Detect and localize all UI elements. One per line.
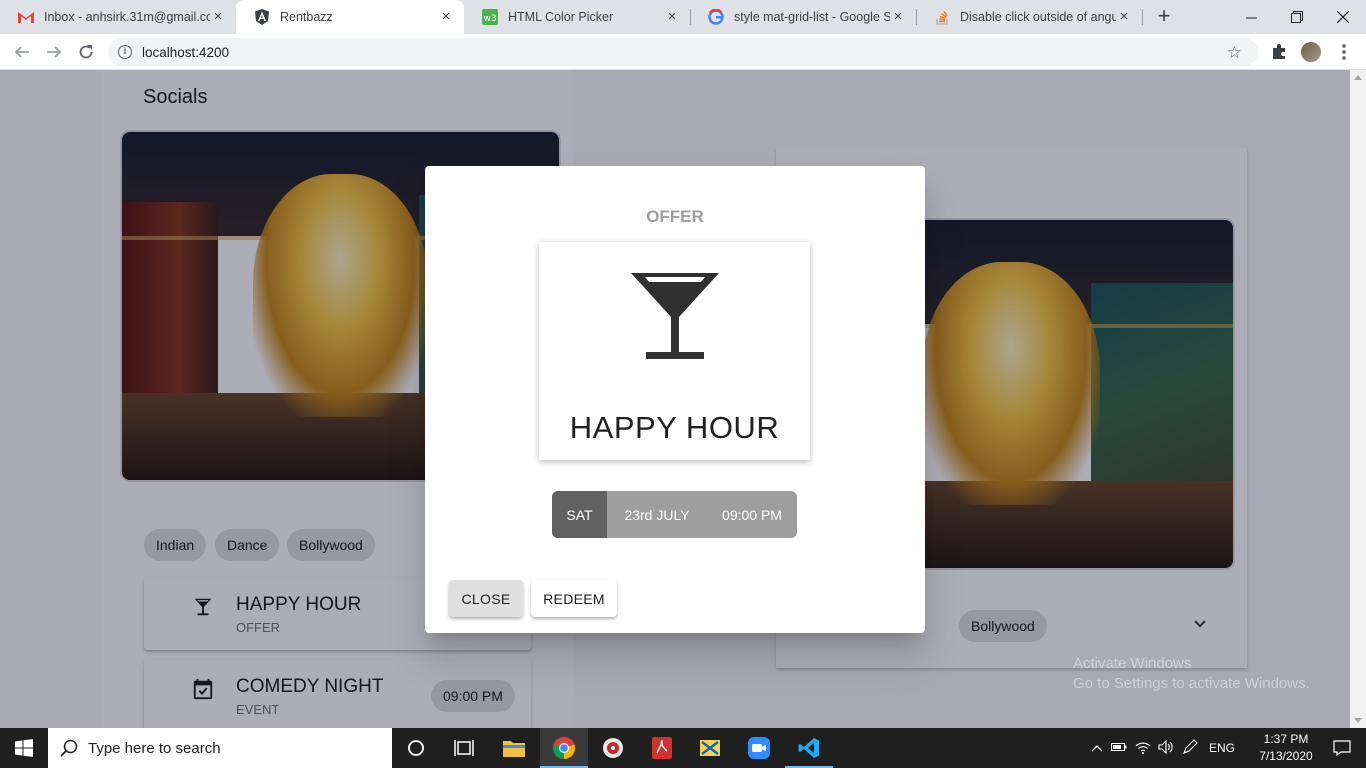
more-menu-icon[interactable] [1334, 42, 1354, 62]
close-tab-icon[interactable]: × [210, 9, 226, 25]
stackoverflow-icon [934, 9, 950, 25]
scroll-up-icon[interactable] [1354, 75, 1362, 80]
offer-schedule: SAT 23rd JULY 09:00 PM [552, 491, 797, 538]
tab-separator [1142, 9, 1143, 25]
browser-toolbar: i localhost:4200 ☆ [0, 34, 1366, 70]
forward-button[interactable] [42, 40, 66, 64]
system-tray: ENG [1088, 728, 1242, 768]
offer-card: HAPPY HOUR [539, 242, 810, 460]
scrollbar[interactable] [1350, 70, 1366, 728]
tab-google-search[interactable]: style mat-grid-list - Google Se × [690, 0, 916, 34]
google-icon [708, 9, 724, 25]
tab-label: Inbox - anhsirk.31m@gmail.co [44, 10, 210, 24]
acrobat-button[interactable] [638, 728, 686, 768]
cortana-button[interactable] [392, 728, 440, 768]
cortana-icon [408, 740, 424, 756]
action-center-button[interactable] [1318, 728, 1366, 768]
folder-icon [503, 741, 525, 757]
search-icon [60, 739, 78, 757]
zoom-icon [748, 737, 770, 759]
restore-button[interactable] [1274, 0, 1320, 34]
close-tab-icon[interactable]: × [1116, 9, 1132, 25]
url-text: localhost:4200 [142, 44, 230, 60]
cocktail-icon [631, 273, 719, 359]
close-tab-icon[interactable]: × [664, 9, 680, 25]
extensions-icon[interactable] [1270, 42, 1290, 62]
tab-html-color-picker[interactable]: w3 HTML Color Picker × [464, 0, 690, 34]
windows-taskbar: Type here to search ENG 1:37 PM 7/13/202… [0, 728, 1366, 768]
file-explorer-button[interactable] [490, 728, 538, 768]
offer-name: HAPPY HOUR [569, 410, 780, 445]
window-close-button[interactable] [1320, 0, 1366, 34]
taskbar-clock[interactable]: 1:37 PM 7/13/2020 [1256, 731, 1316, 765]
new-tab-button[interactable]: + [1153, 5, 1175, 28]
back-button[interactable] [10, 40, 34, 64]
tab-label: Disable click outside of angula [960, 10, 1116, 24]
avatar[interactable] [1301, 42, 1321, 62]
snipping-tool-button[interactable] [686, 728, 734, 768]
pen-icon[interactable] [1178, 738, 1202, 758]
zoom-button[interactable] [735, 728, 783, 768]
minimize-button[interactable] [1228, 0, 1274, 34]
wifi-icon[interactable] [1132, 740, 1154, 757]
search-placeholder: Type here to search [88, 739, 221, 757]
clock-date: 7/13/2020 [1259, 749, 1313, 763]
dialog-title: OFFER [646, 207, 704, 226]
redeem-button[interactable]: REDEEM [531, 580, 617, 617]
gmail-icon [18, 9, 34, 25]
tab-label: HTML Color Picker [508, 10, 614, 24]
address-bar[interactable]: i localhost:4200 ☆ [108, 38, 1258, 66]
browser-tab-bar: Inbox - anhsirk.31m@gmail.co × Rentbazz … [0, 0, 1366, 34]
acrobat-icon [652, 737, 672, 759]
notification-icon [1333, 740, 1351, 756]
windows-icon [15, 739, 33, 757]
activation-watermark: Activate Windows Go to Settings to activ… [1073, 655, 1310, 692]
media-player-button[interactable] [589, 728, 637, 768]
vscode-icon [798, 738, 819, 758]
start-button[interactable] [0, 728, 48, 768]
restore-icon [1291, 11, 1303, 23]
close-tab-icon[interactable]: × [890, 9, 906, 25]
taskbar-search[interactable]: Type here to search [48, 728, 392, 768]
reload-button[interactable] [74, 40, 98, 64]
tab-gmail[interactable]: Inbox - anhsirk.31m@gmail.co × [0, 0, 236, 34]
w3schools-icon: w3 [482, 9, 498, 25]
language-indicator[interactable]: ENG [1202, 741, 1242, 755]
offer-date: 23rd JULY [624, 506, 690, 523]
tab-label: style mat-grid-list - Google Se [734, 10, 890, 24]
clock-time: 1:37 PM [1263, 732, 1309, 746]
close-tab-icon[interactable]: × [438, 9, 454, 25]
battery-icon[interactable] [1106, 741, 1132, 755]
close-button[interactable]: CLOSE [449, 580, 523, 617]
reload-icon [79, 45, 93, 59]
minimize-icon [1245, 17, 1257, 18]
arrow-left-icon [14, 46, 29, 58]
tab-stackoverflow[interactable]: Disable click outside of angula × [916, 0, 1142, 34]
tab-rentbazz[interactable]: Rentbazz × [236, 0, 464, 34]
angular-icon [254, 9, 270, 25]
chrome-icon [552, 737, 576, 760]
snipping-tool-icon [700, 740, 720, 756]
media-player-icon [603, 738, 623, 758]
arrow-right-icon [47, 46, 62, 58]
scroll-down-icon[interactable] [1354, 718, 1362, 723]
close-icon [1337, 11, 1349, 23]
task-view-button[interactable] [440, 728, 488, 768]
vscode-button[interactable] [785, 728, 833, 768]
site-info-icon[interactable]: i [118, 45, 132, 59]
offer-dialog: OFFER HAPPY HOUR SAT 23rd JULY 09:00 PM … [425, 166, 925, 633]
offer-time: 09:00 PM [722, 506, 782, 523]
offer-day: SAT [552, 491, 607, 538]
chevron-up-icon[interactable] [1088, 741, 1106, 755]
bookmark-star-icon[interactable]: ☆ [1227, 43, 1242, 63]
svg-text:w3: w3 [483, 14, 496, 24]
tab-label: Rentbazz [280, 10, 333, 24]
chrome-button[interactable] [540, 728, 588, 768]
task-view-icon [454, 740, 474, 756]
volume-icon[interactable] [1154, 739, 1178, 757]
